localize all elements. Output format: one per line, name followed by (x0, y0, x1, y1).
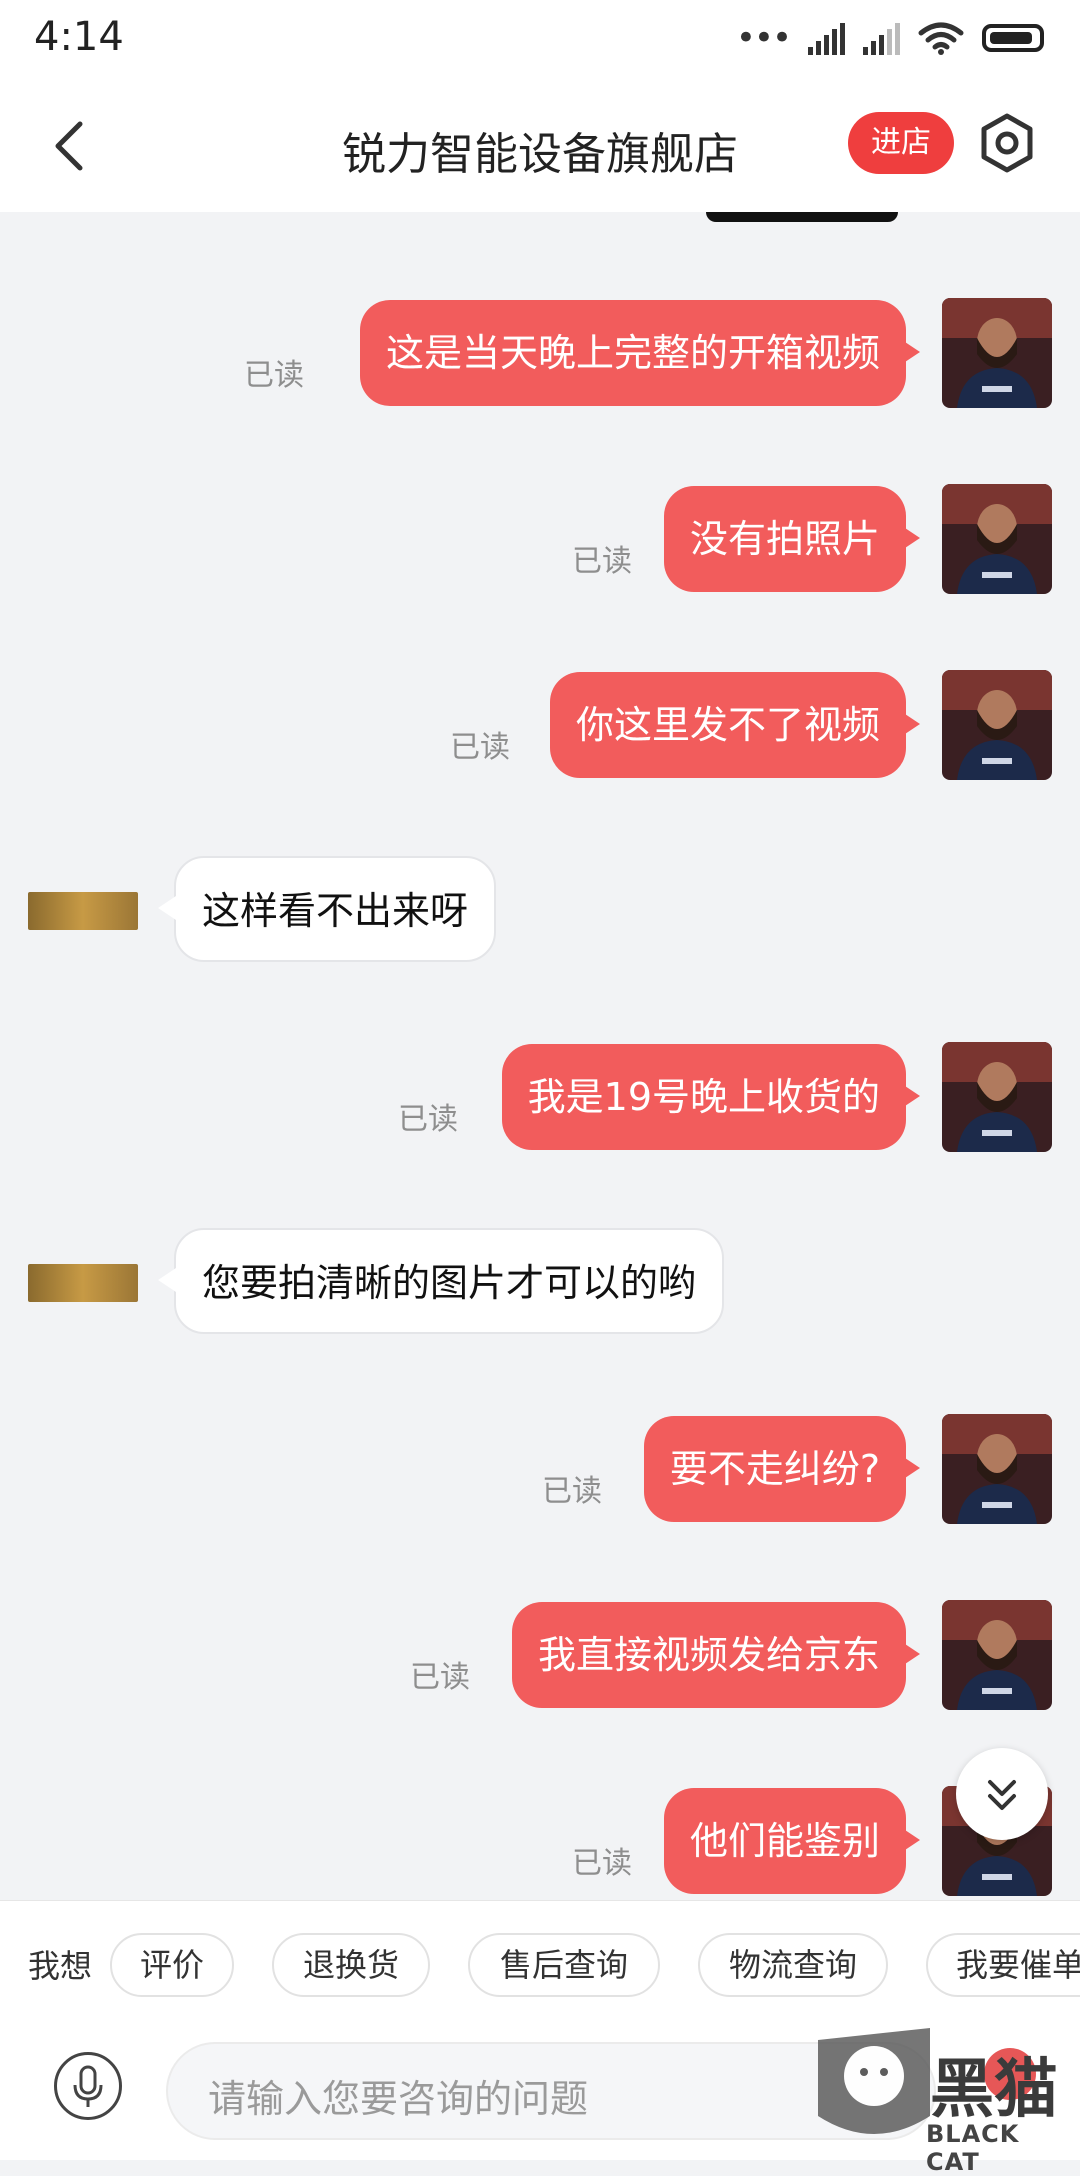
chevron-double-down-icon (988, 1780, 1016, 1810)
message-bubble[interactable]: 您要拍清晰的图片才可以的哟 (157, 1228, 725, 1334)
shop-avatar[interactable] (28, 1264, 138, 1302)
chip-urge-order[interactable]: 我要催单 (926, 1933, 1080, 1997)
wifi-icon (918, 22, 964, 55)
user-avatar[interactable] (942, 298, 1052, 408)
status-time: 4:14 (34, 14, 124, 60)
message-bubble[interactable]: 这是当天晚上完整的开箱视频 (359, 300, 921, 406)
signal-icon (808, 21, 845, 55)
watermark-brand: 黑猫 (930, 2053, 1058, 2127)
message-bubble[interactable]: 没有拍照片 (663, 486, 921, 592)
quick-actions-bar: 我想 评价 退换货 售后查询 物流查询 我要催单 (0, 1900, 1080, 2029)
message-bubble[interactable]: 我是19号晚上收货的 (501, 1044, 921, 1150)
message-bubble[interactable]: 这样看不出来呀 (157, 856, 497, 962)
user-avatar[interactable] (942, 670, 1052, 780)
chip-logistics-query[interactable]: 物流查询 (698, 1933, 888, 1997)
more-dots-icon: ••• (735, 18, 792, 58)
message-outgoing: 这是当天晚上完整的开箱视频 已读 (0, 298, 1080, 408)
signal-icon-2 (863, 21, 900, 55)
read-receipt: 已读 (398, 1102, 458, 1137)
shop-avatar[interactable] (28, 892, 138, 930)
message-outgoing: 他们能鉴别 已读 (0, 1786, 1080, 1896)
user-avatar[interactable] (942, 1600, 1052, 1710)
quick-label: 我想 (28, 1947, 93, 1985)
message-outgoing: 我是19号晚上收货的 已读 (0, 1042, 1080, 1152)
watermark-sub: BLACK CAT (926, 2120, 1020, 2176)
chip-review[interactable]: 评价 (110, 1933, 234, 1997)
read-receipt: 已读 (542, 1474, 602, 1509)
chip-return-exchange[interactable]: 退换货 (272, 1933, 430, 1997)
read-receipt: 已读 (410, 1660, 470, 1695)
user-avatar[interactable] (942, 484, 1052, 594)
input-placeholder: 请输入您要咨询的问题 (208, 2077, 589, 2121)
status-icons: ••• (736, 18, 1044, 58)
message-outgoing: 要不走纠纷? 已读 (0, 1414, 1080, 1524)
status-bar: 4:14 ••• (0, 0, 1080, 80)
read-receipt: 已读 (572, 544, 632, 579)
read-receipt: 已读 (244, 358, 304, 393)
chat-list[interactable]: 这是当天晚上完整的开箱视频 已读 没有拍照片 已读 你这里发不了视频 已读 这样… (0, 212, 1080, 1900)
message-incoming: 这样看不出来呀 (0, 856, 1080, 966)
battery-icon (982, 24, 1044, 52)
microphone-icon (73, 2065, 103, 2107)
read-receipt: 已读 (572, 1846, 632, 1881)
message-incoming: 您要拍清晰的图片才可以的哟 (0, 1228, 1080, 1338)
scroll-to-bottom-button[interactable] (956, 1748, 1048, 1840)
user-avatar[interactable] (942, 1042, 1052, 1152)
message-bubble[interactable]: 他们能鉴别 (663, 1788, 921, 1894)
settings-hexagon-icon[interactable] (976, 110, 1038, 178)
previous-message-fragment (706, 212, 898, 222)
chat-header: 锐力智能设备旗舰店 进店 (0, 80, 1080, 212)
user-avatar[interactable] (942, 1414, 1052, 1524)
voice-button[interactable] (54, 2052, 122, 2120)
chip-aftersale-query[interactable]: 售后查询 (468, 1933, 660, 1997)
enter-shop-button[interactable]: 进店 (848, 112, 954, 174)
message-bubble[interactable]: 你这里发不了视频 (549, 672, 921, 778)
message-bubble[interactable]: 要不走纠纷? (643, 1416, 921, 1522)
message-outgoing: 我直接视频发给京东 已读 (0, 1600, 1080, 1710)
message-bubble[interactable]: 我直接视频发给京东 (511, 1602, 921, 1708)
message-outgoing: 你这里发不了视频 已读 (0, 670, 1080, 780)
message-outgoing: 没有拍照片 已读 (0, 484, 1080, 594)
read-receipt: 已读 (450, 730, 510, 765)
